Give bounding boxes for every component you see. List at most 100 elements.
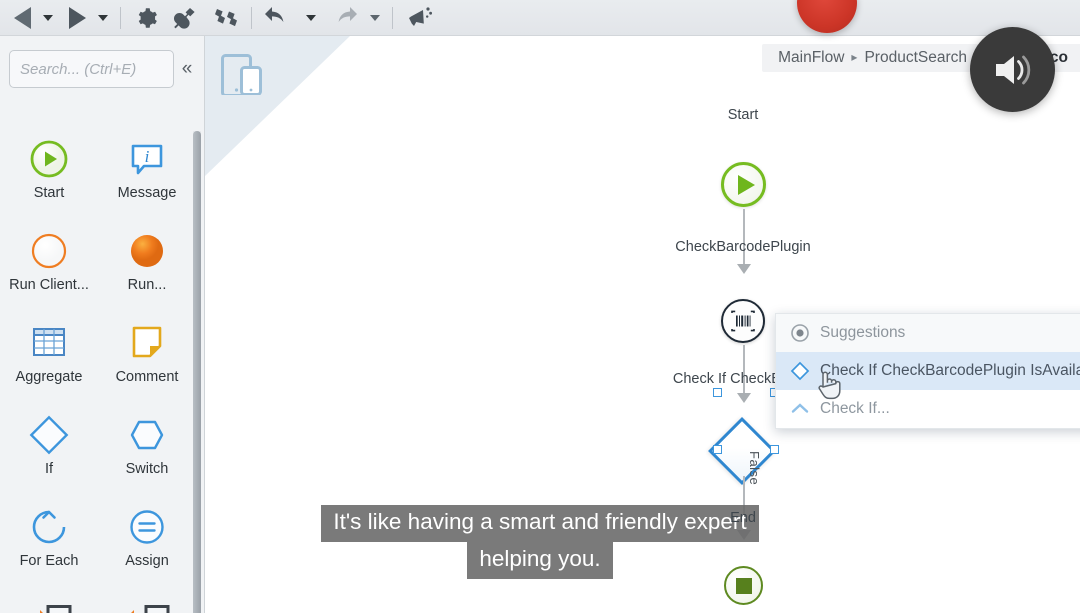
connector-arrow xyxy=(736,393,751,403)
run-server-circle-icon xyxy=(126,226,168,276)
comment-note-icon xyxy=(126,318,168,368)
main-toolbar xyxy=(0,0,1080,36)
breadcrumb-item-mainflow[interactable]: MainFlow xyxy=(776,49,846,67)
toolbox-search-row: « xyxy=(0,48,205,90)
suggestion-item-1[interactable]: Check If... xyxy=(776,390,1080,428)
toolbox-item-if-label: If xyxy=(44,461,54,477)
toolbox-item-comment-label: Comment xyxy=(115,369,179,385)
toolbox-item-run-server[interactable]: Run... xyxy=(100,220,194,312)
back-dropdown[interactable] xyxy=(37,1,59,35)
megaphone-icon xyxy=(409,6,432,26)
undo-button[interactable] xyxy=(258,1,300,35)
toolbox-scrollbar[interactable] xyxy=(193,131,201,613)
plug-icon xyxy=(173,7,195,29)
switch-hexagon-icon xyxy=(126,410,168,460)
toolbox-item-switch[interactable]: Switch xyxy=(100,404,194,496)
suggestion-item-0[interactable]: Check If CheckBarcodePlugin IsAvailable xyxy=(776,352,1080,390)
suggestions-header-label: Suggestions xyxy=(820,324,906,341)
assign-equals-icon xyxy=(126,502,168,552)
speaker-volume-icon xyxy=(995,55,1030,84)
breadcrumb-separator: ▸ xyxy=(851,50,858,64)
start-node[interactable] xyxy=(721,162,766,207)
toolbar-divider xyxy=(120,6,121,29)
triangle-right-icon xyxy=(69,6,86,29)
toolbox-item-for-each[interactable]: For Each xyxy=(2,496,96,588)
toolbox-item-run-client-label: Run Client... xyxy=(9,277,89,293)
undo-arrow-icon xyxy=(265,6,284,22)
diamond-icon xyxy=(790,361,820,381)
redo-button[interactable] xyxy=(322,1,364,35)
caret-down-icon xyxy=(370,14,380,21)
package-button[interactable] xyxy=(205,1,245,35)
caret-down-icon xyxy=(98,14,108,21)
connector-arrow xyxy=(736,264,751,274)
toolbox-item-assign-label: Assign xyxy=(125,553,169,569)
toolbox-item-comment[interactable]: Comment xyxy=(100,312,194,404)
if-diamond-icon xyxy=(28,410,70,460)
toolbar-divider xyxy=(392,6,393,29)
application-window: MainFlow ▸ ProductSearch ▸ ScanBarco Sta… xyxy=(0,0,1080,613)
chevron-double-left-icon: « xyxy=(181,58,193,79)
device-preview-icon[interactable] xyxy=(221,53,265,100)
suggestion-item-0-label: Check If CheckBarcodePlugin IsAvailable xyxy=(820,362,1080,379)
settings-button[interactable] xyxy=(127,1,165,35)
selection-handle-bl[interactable] xyxy=(713,445,722,454)
message-balloon-icon: i xyxy=(126,134,168,184)
connector-barcode-to-if xyxy=(742,345,745,395)
aggregate-grid-icon xyxy=(28,318,70,368)
toolbox-panel: « Start xyxy=(0,36,205,613)
speaker-volume-button[interactable] xyxy=(970,27,1055,112)
toolbox-item-aggregate-label: Aggregate xyxy=(15,369,83,385)
chevron-up-icon xyxy=(790,399,820,419)
redo-arrow-icon xyxy=(338,6,357,22)
barcode-node[interactable] xyxy=(721,299,765,343)
breadcrumb-item-productsearch[interactable]: ProductSearch xyxy=(862,49,969,67)
barcode-icon xyxy=(731,310,755,332)
radio-target-icon xyxy=(790,323,820,343)
toolbox-item-input-parameter[interactable]: { } xyxy=(2,588,96,613)
back-button[interactable] xyxy=(8,1,37,35)
triangle-left-icon xyxy=(14,6,31,29)
suggestion-item-1-label: Check If... xyxy=(820,400,890,417)
run-client-circle-icon xyxy=(28,226,70,276)
connector-start-to-barcode xyxy=(742,209,745,266)
toolbox-item-run-server-label: Run... xyxy=(127,277,167,293)
suggestions-dropdown[interactable]: Suggestions Check If CheckBarcodePlugin … xyxy=(775,313,1080,429)
toolbox-item-start-label: Start xyxy=(33,185,65,201)
announce-button[interactable] xyxy=(399,1,441,35)
toolbox-item-aggregate[interactable]: Aggregate xyxy=(2,312,96,404)
start-circle-play-icon xyxy=(28,134,70,184)
forward-dropdown[interactable] xyxy=(92,1,114,35)
toolbox-item-output-parameter[interactable]: { } xyxy=(100,588,194,613)
redo-dropdown[interactable] xyxy=(364,1,386,35)
toolbox-item-message[interactable]: i Message xyxy=(100,128,194,220)
gear-icon xyxy=(138,7,157,28)
end-node-label: End xyxy=(730,510,756,526)
for-each-loop-icon xyxy=(28,502,70,552)
plugin-button[interactable] xyxy=(165,1,205,35)
toolbox-item-message-label: Message xyxy=(117,185,177,201)
suggestions-header: Suggestions xyxy=(776,314,1080,352)
toolbox-item-switch-label: Switch xyxy=(125,461,169,477)
selection-handle-tl[interactable] xyxy=(713,388,722,397)
undo-dropdown[interactable] xyxy=(300,1,322,35)
svg-text:i: i xyxy=(145,147,150,166)
toolbox-item-if[interactable]: If xyxy=(2,404,96,496)
forward-button[interactable] xyxy=(63,1,92,35)
end-node[interactable] xyxy=(724,566,763,605)
toolbox-item-run-client[interactable]: Run Client... xyxy=(2,220,96,312)
caret-down-icon xyxy=(43,14,53,21)
edge-label-false: False xyxy=(747,451,762,486)
collapse-panel-button[interactable]: « xyxy=(174,50,200,88)
toolbox-item-start[interactable]: Start xyxy=(2,128,96,220)
toolbox-items-grid: Start i Message Run Client... Run... Agg… xyxy=(0,128,196,613)
toolbox-item-assign[interactable]: Assign xyxy=(100,496,194,588)
selection-handle-br[interactable] xyxy=(770,445,779,454)
toolbar-divider xyxy=(251,6,252,29)
toolbox-scrollbar-thumb[interactable] xyxy=(193,131,201,613)
toolbox-item-for-each-label: For Each xyxy=(19,553,79,569)
input-parameter-icon: { } xyxy=(26,594,72,613)
search-input[interactable] xyxy=(9,50,174,88)
puzzle-icon xyxy=(215,8,237,26)
flow-canvas[interactable]: MainFlow ▸ ProductSearch ▸ ScanBarco Sta… xyxy=(205,36,1080,613)
